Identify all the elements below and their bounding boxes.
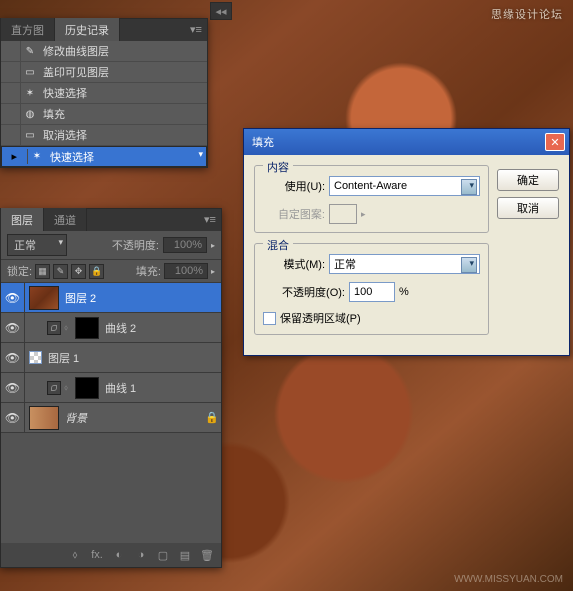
- dialog-opacity-label: 不透明度(O):: [263, 284, 345, 300]
- pattern-swatch: [329, 204, 357, 224]
- visibility-icon[interactable]: 👁: [1, 283, 25, 312]
- lock-icon: 🔒: [203, 411, 221, 424]
- lock-paint-icon[interactable]: ✎: [53, 264, 68, 279]
- layers-tabbar: 图层 通道 ▾≡: [1, 209, 221, 231]
- visibility-icon[interactable]: 👁: [1, 403, 25, 432]
- blend-mode-select[interactable]: 正常: [7, 234, 67, 256]
- use-select[interactable]: Content-Aware: [329, 176, 480, 196]
- blending-fieldset: 混合 模式(M): 正常 不透明度(O): % 保留透明区域(P): [254, 243, 489, 335]
- layer-options-row: 正常 不透明度: 100% ▸: [1, 231, 221, 260]
- fill-input[interactable]: 100%: [164, 263, 208, 279]
- layer-name[interactable]: 背景: [59, 410, 203, 426]
- lock-all-icon[interactable]: 🔒: [89, 264, 104, 279]
- layer-name[interactable]: 图层 1: [42, 350, 221, 366]
- dialog-opacity-input[interactable]: [349, 282, 395, 302]
- quick-select-icon: ✶: [28, 149, 46, 164]
- edit-curve-icon: ✎: [21, 41, 39, 61]
- layer-row[interactable]: 👁 背景 🔒: [1, 403, 221, 433]
- close-icon[interactable]: ✕: [545, 133, 565, 151]
- layer-row[interactable]: 👁 ⬨ 曲线 2: [1, 313, 221, 343]
- fill-label: 填充:: [136, 263, 161, 279]
- link-icon: ⬨: [61, 323, 71, 333]
- use-label: 使用(U):: [263, 178, 325, 194]
- visibility-icon[interactable]: 👁: [1, 343, 25, 372]
- tab-history[interactable]: 历史记录: [55, 18, 120, 41]
- tab-histogram[interactable]: 直方图: [1, 18, 55, 41]
- adjustment-icon[interactable]: [47, 321, 61, 335]
- quick-select-icon: ✶: [21, 83, 39, 103]
- lock-row: 锁定: ▦ ✎ ✥ 🔒 填充: 100% ▸: [1, 260, 221, 283]
- visibility-icon[interactable]: 👁: [1, 313, 25, 342]
- layer-mask-icon[interactable]: ◐: [111, 547, 127, 563]
- tab-channels[interactable]: 通道: [44, 208, 87, 231]
- layer-name[interactable]: 曲线 1: [99, 380, 221, 396]
- fill-icon: ◍: [21, 104, 39, 124]
- tab-layers[interactable]: 图层: [1, 208, 44, 231]
- mask-thumbnail[interactable]: [75, 377, 99, 399]
- content-legend: 内容: [263, 159, 293, 175]
- history-item[interactable]: ▭盖印可见图层: [1, 62, 207, 83]
- adjustment-icon[interactable]: [47, 381, 61, 395]
- mode-label: 模式(M):: [263, 256, 325, 272]
- mode-select[interactable]: 正常: [329, 254, 480, 274]
- layer-style-icon[interactable]: fx.: [89, 547, 105, 563]
- history-item[interactable]: ▸✶快速选择: [1, 146, 207, 167]
- history-item[interactable]: ✶快速选择: [1, 83, 207, 104]
- panel-menu-icon[interactable]: ▾≡: [203, 212, 217, 226]
- group-icon[interactable]: ▢: [155, 547, 171, 563]
- layer-thumbnail[interactable]: [29, 406, 59, 430]
- history-item[interactable]: ✎修改曲线图层: [1, 41, 207, 62]
- opacity-unit: %: [399, 286, 409, 298]
- history-list: ✎修改曲线图层 ▭盖印可见图层 ✶快速选择 ◍填充 ▭取消选择 ▸✶快速选择: [1, 41, 207, 167]
- lock-position-icon[interactable]: ✥: [71, 264, 86, 279]
- mask-thumbnail[interactable]: [75, 317, 99, 339]
- layer-row[interactable]: 👁 图层 2: [1, 283, 221, 313]
- watermark-text: 思缘设计论坛: [491, 6, 563, 22]
- history-tabbar: 直方图 历史记录 ▾≡: [1, 19, 207, 41]
- preserve-label: 保留透明区域(P): [280, 310, 361, 326]
- content-fieldset: 内容 使用(U): Content-Aware 自定图案: ▸: [254, 165, 489, 233]
- delete-layer-icon[interactable]: 🗑: [199, 547, 215, 563]
- history-item[interactable]: ◍填充: [1, 104, 207, 125]
- layer-thumbnail[interactable]: [29, 286, 59, 310]
- cancel-button[interactable]: 取消: [497, 197, 559, 219]
- pattern-label: 自定图案:: [263, 206, 325, 222]
- link-icon: ⬨: [61, 383, 71, 393]
- ok-button[interactable]: 确定: [497, 169, 559, 191]
- layer-name[interactable]: 曲线 2: [99, 320, 221, 336]
- layer-row[interactable]: 👁 图层 1: [1, 343, 221, 373]
- opacity-label: 不透明度:: [112, 237, 159, 253]
- visibility-icon[interactable]: 👁: [1, 373, 25, 402]
- dock-toggle-icon[interactable]: ◂◂: [210, 2, 232, 20]
- layers-list: 👁 图层 2 👁 ⬨ 曲线 2 👁 图层 1 👁 ⬨ 曲线 1 👁: [1, 283, 221, 433]
- adjustment-layer-icon[interactable]: ◑: [133, 547, 149, 563]
- fill-dialog: 填充 ✕ 内容 使用(U): Content-Aware 自定图案: ▸ 混合 …: [243, 128, 570, 356]
- preserve-transparency-checkbox[interactable]: [263, 312, 276, 325]
- stamp-icon: ▭: [21, 62, 39, 82]
- blending-legend: 混合: [263, 237, 293, 253]
- lock-label: 锁定:: [7, 263, 32, 279]
- layer-thumbnail[interactable]: [29, 351, 42, 364]
- link-layers-icon[interactable]: ⬨: [67, 547, 83, 563]
- deselect-icon: ▭: [21, 125, 39, 145]
- layers-panel: 图层 通道 ▾≡ 正常 不透明度: 100% ▸ 锁定: ▦ ✎ ✥ 🔒 填充:…: [0, 208, 222, 568]
- dialog-title: 填充: [252, 134, 545, 150]
- lock-transparency-icon[interactable]: ▦: [35, 264, 50, 279]
- layer-name[interactable]: 图层 2: [59, 290, 221, 306]
- history-cursor-icon: ▸: [12, 150, 24, 163]
- new-layer-icon[interactable]: ▤: [177, 547, 193, 563]
- layers-footer: ⬨ fx. ◐ ◑ ▢ ▤ 🗑: [1, 543, 221, 567]
- chevron-down-icon: ▸: [361, 209, 366, 220]
- dialog-titlebar[interactable]: 填充 ✕: [244, 129, 569, 155]
- chevron-down-icon[interactable]: ▸: [211, 267, 215, 276]
- history-item[interactable]: ▭取消选择: [1, 125, 207, 146]
- history-panel: 直方图 历史记录 ▾≡ ✎修改曲线图层 ▭盖印可见图层 ✶快速选择 ◍填充 ▭取…: [0, 18, 208, 168]
- chevron-down-icon[interactable]: ▸: [211, 241, 215, 250]
- layer-row[interactable]: 👁 ⬨ 曲线 1: [1, 373, 221, 403]
- panel-menu-icon[interactable]: ▾≡: [189, 22, 203, 36]
- opacity-input[interactable]: 100%: [163, 237, 207, 253]
- watermark-url: WWW.MISSYUAN.COM: [454, 574, 563, 585]
